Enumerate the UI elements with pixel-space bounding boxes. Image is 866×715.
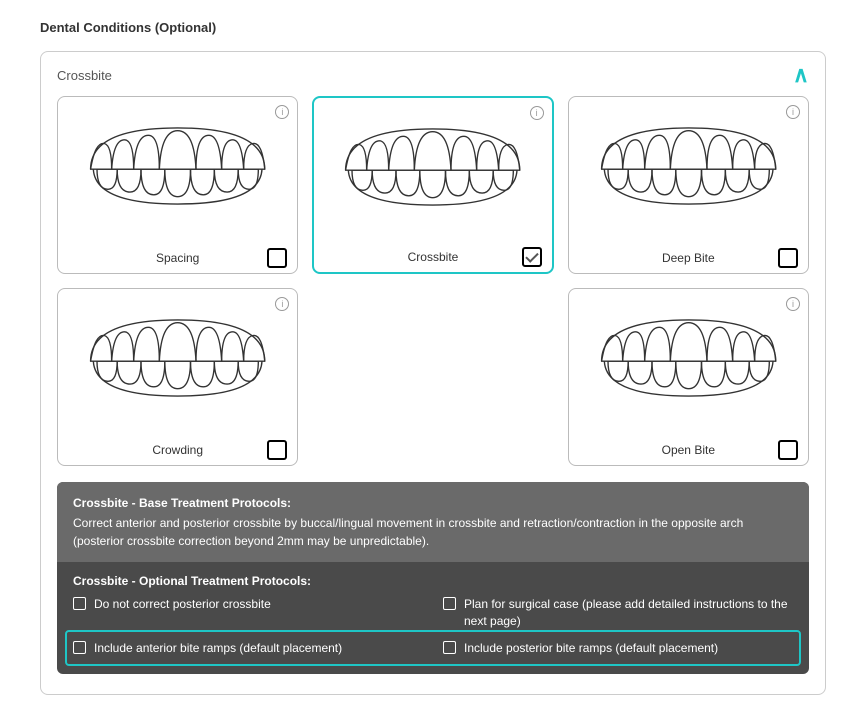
protocol-label: Do not correct posterior crossbite [94, 596, 271, 613]
protocol-label: Include anterior bite ramps (default pla… [94, 640, 342, 657]
protocol-label: Plan for surgical case (please add detai… [464, 596, 793, 630]
condition-card[interactable]: i Deep Bite [568, 96, 809, 274]
optional-protocols: Crossbite - Optional Treatment Protocols… [57, 562, 809, 674]
base-protocols-title: Crossbite - Base Treatment Protocols: [73, 494, 793, 512]
condition-checkbox[interactable] [778, 248, 798, 268]
optional-protocols-title: Crossbite - Optional Treatment Protocols… [73, 574, 793, 588]
condition-label: Open Bite [579, 443, 798, 457]
protocols-panel: Crossbite - Base Treatment Protocols: Co… [57, 482, 809, 674]
protocol-option[interactable]: Plan for surgical case (please add detai… [443, 596, 793, 630]
condition-checkbox[interactable] [522, 247, 542, 267]
panel-header[interactable]: Crossbite ∧ [57, 64, 809, 86]
protocol-checkbox[interactable] [443, 597, 456, 610]
info-icon[interactable]: i [530, 106, 544, 120]
protocol-checkbox[interactable] [73, 641, 86, 654]
condition-checkbox[interactable] [778, 440, 798, 460]
card-placeholder [312, 288, 553, 466]
protocol-option[interactable]: Do not correct posterior crossbite [73, 596, 423, 630]
protocol-checkbox[interactable] [73, 597, 86, 610]
condition-label: Spacing [68, 251, 287, 265]
condition-checkbox[interactable] [267, 248, 287, 268]
condition-card[interactable]: iSpacing [57, 96, 298, 274]
condition-card[interactable]: i Crossbite [312, 96, 553, 274]
base-protocols: Crossbite - Base Treatment Protocols: Co… [57, 482, 809, 562]
protocol-option[interactable]: Include anterior bite ramps (default pla… [73, 640, 423, 657]
chevron-up-icon[interactable]: ∧ [793, 64, 809, 86]
teeth-illustration [322, 106, 543, 216]
teeth-illustration [66, 105, 289, 215]
cards-grid: iSpacing i Crossbite i Deep Bite iCrowding i Op… [57, 96, 809, 466]
protocol-checkbox[interactable] [443, 641, 456, 654]
teeth-illustration [66, 297, 289, 407]
teeth-illustration [577, 105, 800, 215]
condition-label: Deep Bite [579, 251, 798, 265]
protocol-label: Include posterior bite ramps (default pl… [464, 640, 718, 657]
teeth-illustration [577, 297, 800, 407]
section-title: Dental Conditions (Optional) [40, 20, 826, 35]
condition-label: Crossbite [324, 250, 541, 264]
condition-checkbox[interactable] [267, 440, 287, 460]
base-protocols-text: Correct anterior and posterior crossbite… [73, 514, 793, 550]
condition-label: Crowding [68, 443, 287, 457]
info-icon[interactable]: i [786, 297, 800, 311]
condition-card[interactable]: iCrowding [57, 288, 298, 466]
panel-title: Crossbite [57, 68, 112, 83]
protocol-option[interactable]: Include posterior bite ramps (default pl… [443, 640, 793, 657]
info-icon[interactable]: i [786, 105, 800, 119]
conditions-panel: Crossbite ∧ iSpacingiCrossbiteiDeep Bite… [40, 51, 826, 695]
condition-card[interactable]: i Open Bite [568, 288, 809, 466]
